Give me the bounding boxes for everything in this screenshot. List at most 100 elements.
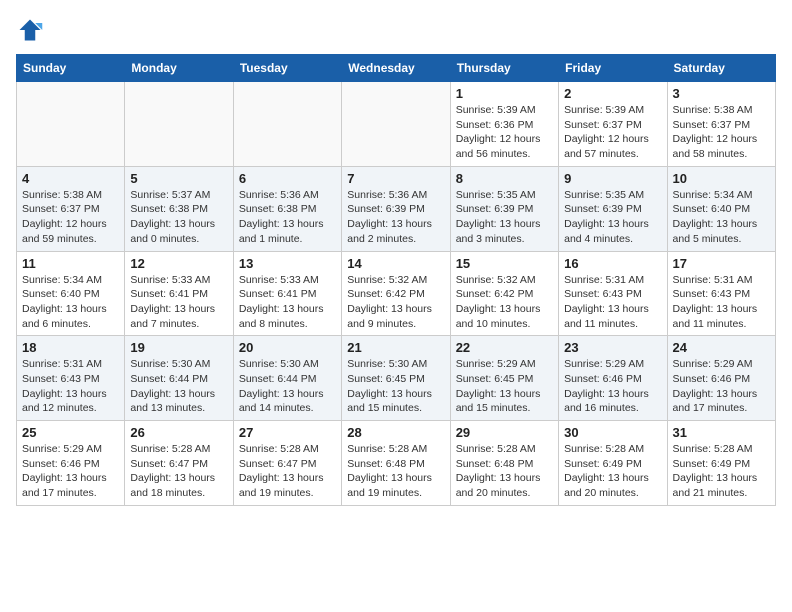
weekday-header: Monday (125, 55, 233, 82)
calendar-week-row: 4 Sunrise: 5:38 AM Sunset: 6:37 PM Daylig… (17, 166, 776, 251)
day-number: 31 (673, 425, 770, 440)
day-number: 15 (456, 256, 553, 271)
day-info: Sunrise: 5:28 AM Sunset: 6:48 PM Dayligh… (347, 442, 444, 501)
calendar-day-cell: 23Sunrise: 5:29 AM Sunset: 6:46 PM Dayli… (559, 336, 667, 421)
calendar-day-cell: 9 Sunrise: 5:35 AM Sunset: 6:39 PM Daylig… (559, 166, 667, 251)
day-info: Sunrise: 5:29 AM Sunset: 6:45 PM Dayligh… (456, 357, 553, 416)
calendar-day-cell: 16Sunrise: 5:31 AM Sunset: 6:43 PM Dayli… (559, 251, 667, 336)
day-number: 9 (564, 171, 661, 186)
calendar-day-cell: 7 Sunrise: 5:36 AM Sunset: 6:39 PM Daylig… (342, 166, 450, 251)
day-info: Sunrise: 5:38 AM Sunset: 6:37 PM Dayligh… (673, 103, 770, 162)
calendar-day-cell: 10Sunrise: 5:34 AM Sunset: 6:40 PM Dayli… (667, 166, 775, 251)
weekday-header: Thursday (450, 55, 558, 82)
day-info: Sunrise: 5:36 AM Sunset: 6:38 PM Dayligh… (239, 188, 336, 247)
day-number: 5 (130, 171, 227, 186)
day-number: 19 (130, 340, 227, 355)
calendar-day-cell: 17Sunrise: 5:31 AM Sunset: 6:43 PM Dayli… (667, 251, 775, 336)
day-info: Sunrise: 5:32 AM Sunset: 6:42 PM Dayligh… (347, 273, 444, 332)
calendar-day-cell: 12 Sunrise: 5:33 AM Sunset: 6:41 PM Dayli… (125, 251, 233, 336)
day-number: 26 (130, 425, 227, 440)
calendar-table: SundayMondayTuesdayWednesdayThursdayFrid… (16, 54, 776, 506)
calendar-day-cell: 30 Sunrise: 5:28 AM Sunset: 6:49 PM Dayli… (559, 421, 667, 506)
day-number: 21 (347, 340, 444, 355)
day-number: 13 (239, 256, 336, 271)
calendar-day-cell: 20 Sunrise: 5:30 AM Sunset: 6:44 PM Dayli… (233, 336, 341, 421)
calendar-day-cell: 22 Sunrise: 5:29 AM Sunset: 6:45 PM Dayli… (450, 336, 558, 421)
day-info: Sunrise: 5:30 AM Sunset: 6:45 PM Dayligh… (347, 357, 444, 416)
calendar-week-row: 25Sunrise: 5:29 AM Sunset: 6:46 PM Dayli… (17, 421, 776, 506)
day-info: Sunrise: 5:35 AM Sunset: 6:39 PM Dayligh… (564, 188, 661, 247)
day-number: 6 (239, 171, 336, 186)
day-number: 28 (347, 425, 444, 440)
calendar-day-cell: 14 Sunrise: 5:32 AM Sunset: 6:42 PM Dayli… (342, 251, 450, 336)
day-number: 7 (347, 171, 444, 186)
day-info: Sunrise: 5:33 AM Sunset: 6:41 PM Dayligh… (239, 273, 336, 332)
calendar-day-cell: 29 Sunrise: 5:28 AM Sunset: 6:48 PM Dayli… (450, 421, 558, 506)
calendar-day-cell (17, 82, 125, 167)
calendar-day-cell: 28 Sunrise: 5:28 AM Sunset: 6:48 PM Dayli… (342, 421, 450, 506)
day-info: Sunrise: 5:34 AM Sunset: 6:40 PM Dayligh… (22, 273, 119, 332)
day-number: 4 (22, 171, 119, 186)
calendar-day-cell: 27 Sunrise: 5:28 AM Sunset: 6:47 PM Dayli… (233, 421, 341, 506)
calendar-day-cell: 25Sunrise: 5:29 AM Sunset: 6:46 PM Dayli… (17, 421, 125, 506)
calendar-day-cell: 21 Sunrise: 5:30 AM Sunset: 6:45 PM Dayli… (342, 336, 450, 421)
day-number: 22 (456, 340, 553, 355)
calendar-day-cell (342, 82, 450, 167)
day-info: Sunrise: 5:28 AM Sunset: 6:48 PM Dayligh… (456, 442, 553, 501)
day-info: Sunrise: 5:30 AM Sunset: 6:44 PM Dayligh… (239, 357, 336, 416)
calendar-day-cell: 18Sunrise: 5:31 AM Sunset: 6:43 PM Dayli… (17, 336, 125, 421)
calendar-day-cell (125, 82, 233, 167)
day-number: 3 (673, 86, 770, 101)
calendar-week-row: 11Sunrise: 5:34 AM Sunset: 6:40 PM Dayli… (17, 251, 776, 336)
day-number: 1 (456, 86, 553, 101)
calendar-header-row: SundayMondayTuesdayWednesdayThursdayFrid… (17, 55, 776, 82)
calendar-week-row: 1 Sunrise: 5:39 AM Sunset: 6:36 PM Daylig… (17, 82, 776, 167)
weekday-header: Tuesday (233, 55, 341, 82)
page-header (16, 16, 776, 44)
weekday-header: Wednesday (342, 55, 450, 82)
day-number: 2 (564, 86, 661, 101)
calendar-week-row: 18Sunrise: 5:31 AM Sunset: 6:43 PM Dayli… (17, 336, 776, 421)
day-info: Sunrise: 5:33 AM Sunset: 6:41 PM Dayligh… (130, 273, 227, 332)
day-number: 23 (564, 340, 661, 355)
logo (16, 16, 48, 44)
day-info: Sunrise: 5:34 AM Sunset: 6:40 PM Dayligh… (673, 188, 770, 247)
day-info: Sunrise: 5:38 AM Sunset: 6:37 PM Dayligh… (22, 188, 119, 247)
logo-icon (16, 16, 44, 44)
day-info: Sunrise: 5:37 AM Sunset: 6:38 PM Dayligh… (130, 188, 227, 247)
day-info: Sunrise: 5:35 AM Sunset: 6:39 PM Dayligh… (456, 188, 553, 247)
calendar-day-cell: 11Sunrise: 5:34 AM Sunset: 6:40 PM Dayli… (17, 251, 125, 336)
day-number: 17 (673, 256, 770, 271)
calendar-day-cell: 4 Sunrise: 5:38 AM Sunset: 6:37 PM Daylig… (17, 166, 125, 251)
day-number: 30 (564, 425, 661, 440)
weekday-header: Friday (559, 55, 667, 82)
day-info: Sunrise: 5:32 AM Sunset: 6:42 PM Dayligh… (456, 273, 553, 332)
calendar-day-cell: 6 Sunrise: 5:36 AM Sunset: 6:38 PM Daylig… (233, 166, 341, 251)
calendar-day-cell: 26 Sunrise: 5:28 AM Sunset: 6:47 PM Dayli… (125, 421, 233, 506)
day-number: 27 (239, 425, 336, 440)
day-info: Sunrise: 5:29 AM Sunset: 6:46 PM Dayligh… (22, 442, 119, 501)
day-number: 14 (347, 256, 444, 271)
day-info: Sunrise: 5:28 AM Sunset: 6:47 PM Dayligh… (239, 442, 336, 501)
calendar-day-cell: 1 Sunrise: 5:39 AM Sunset: 6:36 PM Daylig… (450, 82, 558, 167)
calendar-day-cell: 19 Sunrise: 5:30 AM Sunset: 6:44 PM Dayli… (125, 336, 233, 421)
day-info: Sunrise: 5:36 AM Sunset: 6:39 PM Dayligh… (347, 188, 444, 247)
calendar-day-cell: 15 Sunrise: 5:32 AM Sunset: 6:42 PM Dayli… (450, 251, 558, 336)
day-info: Sunrise: 5:28 AM Sunset: 6:49 PM Dayligh… (673, 442, 770, 501)
calendar-day-cell: 2Sunrise: 5:39 AM Sunset: 6:37 PM Daylig… (559, 82, 667, 167)
calendar-day-cell: 31 Sunrise: 5:28 AM Sunset: 6:49 PM Dayli… (667, 421, 775, 506)
day-number: 29 (456, 425, 553, 440)
day-number: 12 (130, 256, 227, 271)
day-number: 20 (239, 340, 336, 355)
day-number: 24 (673, 340, 770, 355)
day-info: Sunrise: 5:28 AM Sunset: 6:49 PM Dayligh… (564, 442, 661, 501)
day-info: Sunrise: 5:39 AM Sunset: 6:36 PM Dayligh… (456, 103, 553, 162)
calendar-day-cell: 5 Sunrise: 5:37 AM Sunset: 6:38 PM Daylig… (125, 166, 233, 251)
day-info: Sunrise: 5:31 AM Sunset: 6:43 PM Dayligh… (564, 273, 661, 332)
day-number: 8 (456, 171, 553, 186)
calendar-day-cell: 8 Sunrise: 5:35 AM Sunset: 6:39 PM Daylig… (450, 166, 558, 251)
day-info: Sunrise: 5:30 AM Sunset: 6:44 PM Dayligh… (130, 357, 227, 416)
day-info: Sunrise: 5:28 AM Sunset: 6:47 PM Dayligh… (130, 442, 227, 501)
calendar-day-cell: 24Sunrise: 5:29 AM Sunset: 6:46 PM Dayli… (667, 336, 775, 421)
calendar-day-cell: 3 Sunrise: 5:38 AM Sunset: 6:37 PM Daylig… (667, 82, 775, 167)
